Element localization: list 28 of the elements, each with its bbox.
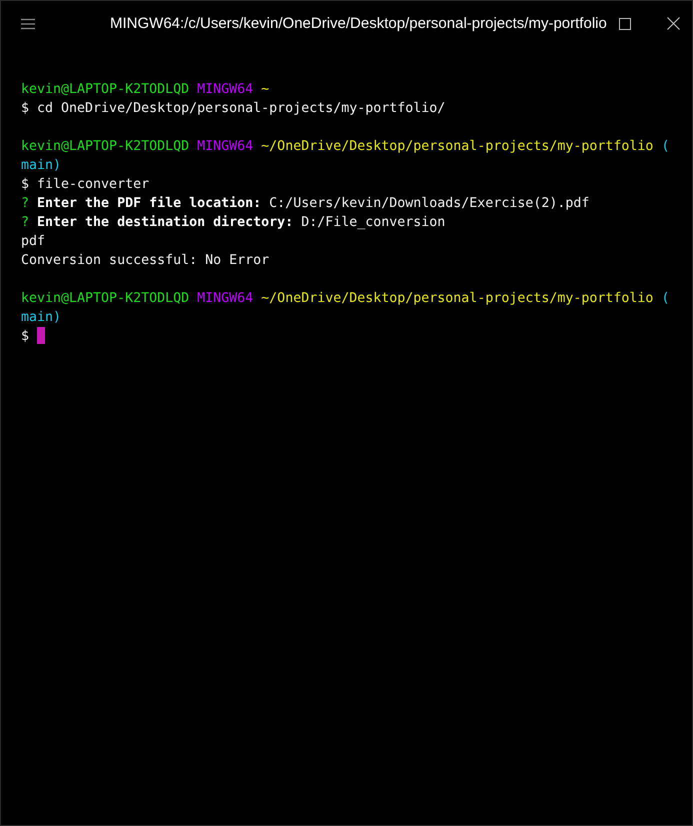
prompt-user: kevin@LAPTOP-K2TODLQD xyxy=(21,291,190,306)
prompt-user: kevin@LAPTOP-K2TODLQD xyxy=(21,139,190,154)
terminal-text: $ cd OneDrive/Desktop/personal-projects/my-portfolio/ xyxy=(21,101,446,116)
terminal-text: pdf xyxy=(21,234,46,249)
prompt-label: Enter the PDF file location: xyxy=(37,196,262,211)
terminal-text: $ file-converter xyxy=(21,177,150,192)
git-branch: main) xyxy=(21,310,62,325)
prompt-user: kevin@LAPTOP-K2TODLQD xyxy=(21,82,190,97)
menu-icon[interactable] xyxy=(21,18,35,30)
prompt-host: MINGW64 xyxy=(197,82,254,97)
question-mark: ? xyxy=(21,196,30,211)
git-branch: ( xyxy=(661,139,670,154)
prompt-path: ~/OneDrive/Desktop/personal-projects/my-portfolio xyxy=(261,291,654,306)
prompt-path: ~ xyxy=(261,82,270,97)
terminal-text: D:/File_conversion xyxy=(301,215,446,230)
prompt-path: ~/OneDrive/Desktop/personal-projects/my-portfolio xyxy=(261,139,654,154)
prompt-host: MINGW64 xyxy=(197,291,254,306)
prompt-host: MINGW64 xyxy=(197,139,254,154)
close-icon[interactable] xyxy=(666,17,680,30)
window-title: MINGW64:/c/Users/kevin/OneDrive/Desktop/personal-projects/my-portfolio xyxy=(110,15,607,32)
prompt-label: Enter the destination directory: xyxy=(37,215,294,230)
maximize-icon[interactable] xyxy=(618,18,631,30)
terminal-text: C:/Users/kevin/Downloads/Exercise(2).pdf xyxy=(269,196,590,211)
git-branch: ( xyxy=(661,291,670,306)
terminal-text: Conversion successful: No Error xyxy=(21,253,270,268)
terminal-text: $ xyxy=(21,329,30,344)
git-branch: main) xyxy=(21,158,62,173)
question-mark: ? xyxy=(21,215,30,230)
